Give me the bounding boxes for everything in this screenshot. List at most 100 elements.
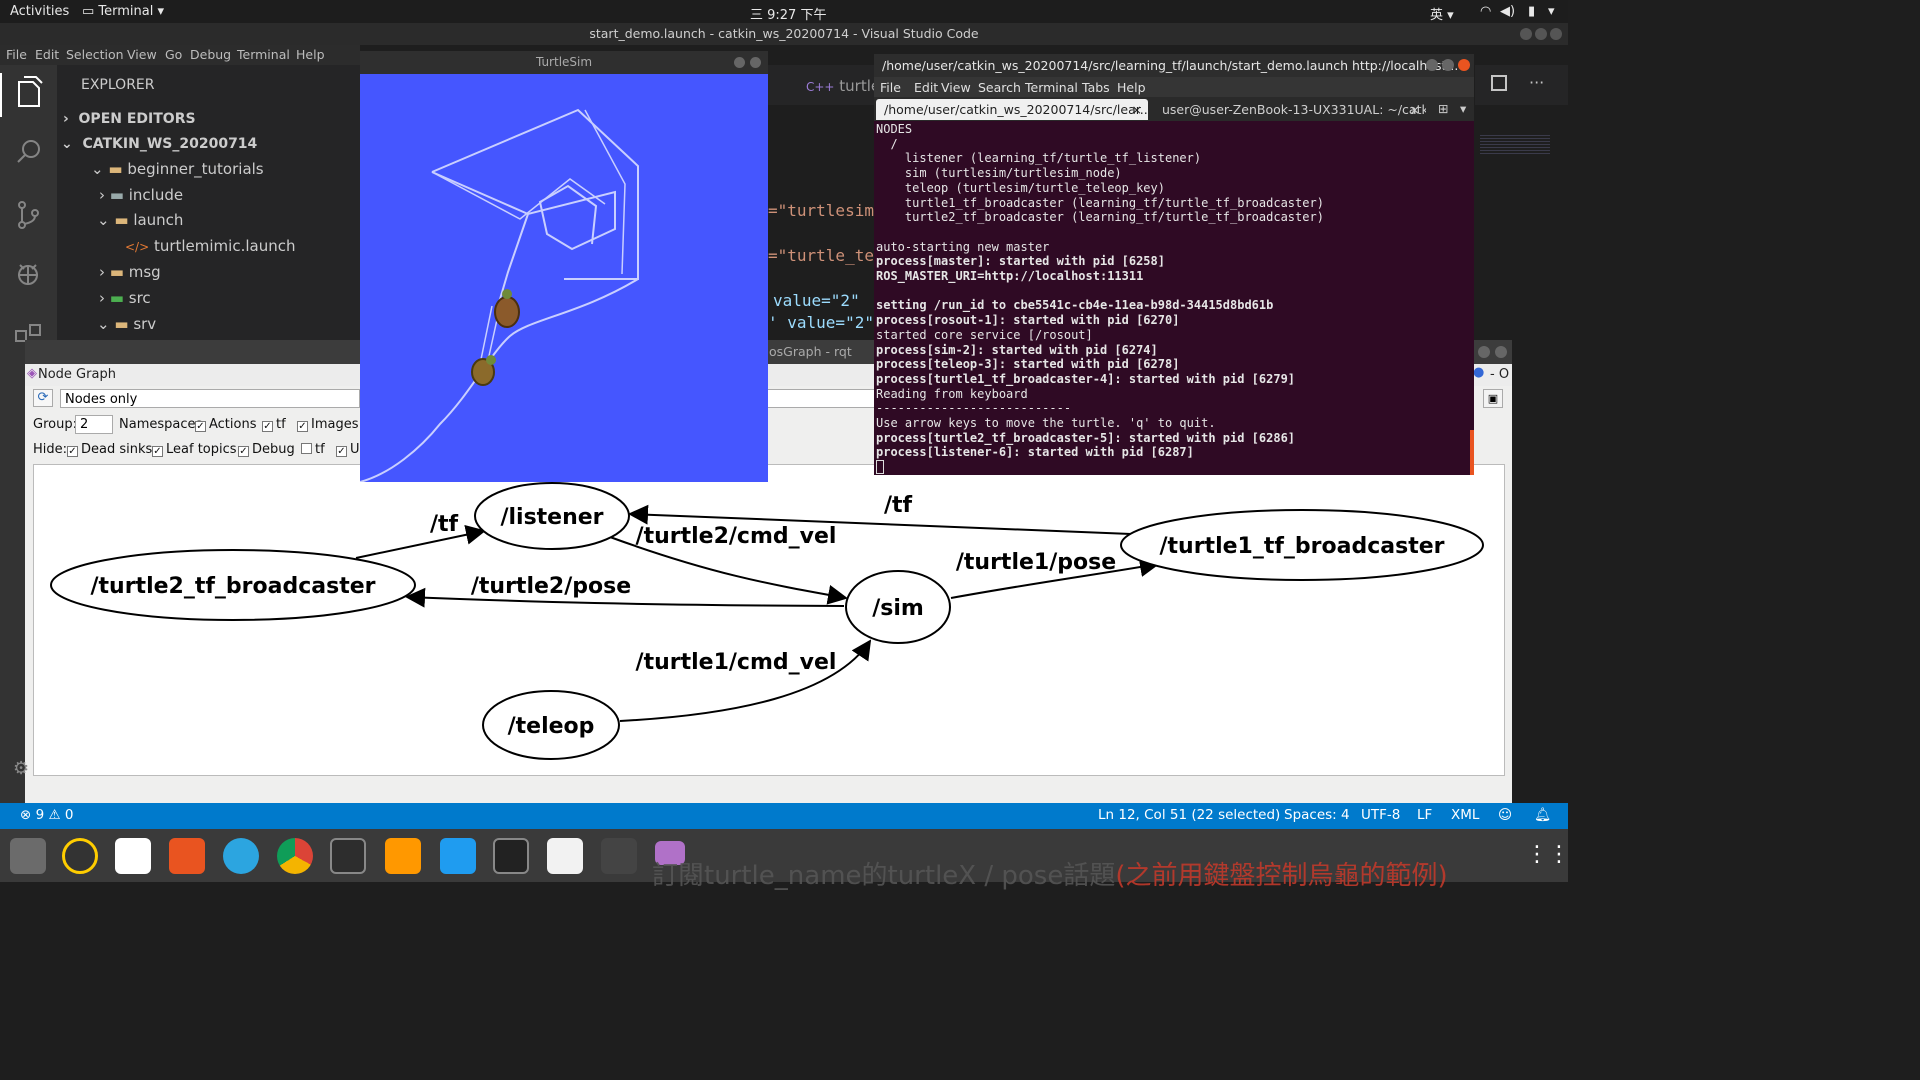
hide-debug[interactable]: ✓ Debug (238, 442, 295, 457)
terminal-menu-terminal[interactable]: Terminal (1025, 80, 1078, 95)
files-icon[interactable] (10, 838, 46, 874)
terminal-minimize-button[interactable] (1426, 59, 1438, 71)
save-as-image-button[interactable]: ▣ (1483, 389, 1503, 408)
extensions-icon[interactable] (15, 324, 41, 342)
search-icon[interactable] (17, 140, 40, 163)
cursor-position[interactable]: Ln 12, Col 51 (22 selected) (1098, 807, 1280, 823)
edge-tf-turtle2[interactable] (355, 524, 486, 559)
checkbox[interactable]: ✓ (238, 446, 249, 457)
tree-item-beginner-tutorials[interactable]: ⌄ ▬ beginner_tutorials (91, 160, 264, 178)
telegram-icon[interactable] (223, 838, 259, 874)
new-tab-icon[interactable]: ⊞ (1438, 101, 1448, 116)
maximize-button[interactable] (1535, 28, 1547, 40)
terminal-menu-tabs[interactable]: Tabs (1082, 80, 1110, 95)
checkbox[interactable] (301, 443, 312, 454)
menu-help[interactable]: Help (296, 47, 325, 62)
clock[interactable]: 三 9:27 下午 (750, 4, 826, 23)
terminal-menu-view[interactable]: View (941, 80, 971, 95)
turtlesim-minimize-button[interactable] (734, 57, 745, 68)
node-teleop[interactable]: /teleop (482, 690, 620, 760)
minimize-button[interactable] (1520, 28, 1532, 40)
split-editor-icon[interactable] (1491, 75, 1507, 91)
problems-indicator[interactable]: ⊗ 9 ⚠ 0 (20, 807, 73, 823)
end-of-line[interactable]: LF (1417, 807, 1432, 823)
checkbox[interactable]: ✓ (152, 446, 163, 457)
checkbox[interactable]: ✓ (297, 421, 308, 432)
graph-mode-select[interactable]: Nodes only (60, 389, 360, 408)
node-sim[interactable]: /sim (845, 570, 951, 644)
terminal-close-button[interactable] (1458, 59, 1470, 71)
help-icon[interactable]: ● (1473, 365, 1484, 380)
rqt-close-button[interactable] (1495, 346, 1507, 358)
minimap[interactable] (1480, 135, 1550, 155)
terminal-tab[interactable]: user@user-ZenBook-13-UX331UAL: ~/catki..… (1154, 99, 1426, 120)
refresh-button[interactable]: ⟳ (33, 389, 53, 407)
terminal-menu-file[interactable]: File (880, 80, 901, 95)
checkbox[interactable]: ✓ (67, 446, 78, 457)
menu-debug[interactable]: Debug (190, 47, 231, 62)
vscode-app-icon[interactable] (440, 838, 476, 874)
terminal-app-icon[interactable] (330, 838, 366, 874)
menu-go[interactable]: Go (165, 47, 182, 62)
sublime-text-icon[interactable] (385, 838, 421, 874)
system-monitor-icon[interactable] (493, 838, 529, 874)
checkbox[interactable]: ✓ (262, 421, 273, 432)
hide-unreachable[interactable]: ✓ U (336, 442, 360, 457)
node-turtle2-tf-broadcaster[interactable]: /turtle2_tf_broadcaster (50, 549, 416, 621)
app-menu-button[interactable]: ▭ Terminal ▾ (82, 4, 164, 19)
option-tf[interactable]: ✓ tf (262, 417, 286, 432)
open-editors-section[interactable]: › OPEN EDITORS (63, 111, 196, 127)
checkbox[interactable]: ✓ (195, 421, 206, 432)
activities-button[interactable]: Activities (10, 4, 69, 19)
language-mode[interactable]: XML (1451, 807, 1479, 823)
terminal-scrollbar[interactable] (1470, 430, 1474, 475)
tree-item-msg[interactable]: › ▬ msg (99, 263, 161, 281)
battery-icon[interactable]: ▮ (1528, 4, 1535, 19)
node-graph-canvas[interactable]: /listener /turtle2_tf_broadcaster /sim /… (33, 464, 1505, 776)
graph-filter-input-end[interactable] (768, 389, 876, 408)
turtlesim-canvas[interactable] (359, 74, 768, 483)
source-control-icon[interactable] (18, 201, 39, 229)
rhythmbox-icon[interactable] (62, 838, 98, 874)
more-actions-icon[interactable]: ··· (1529, 73, 1544, 92)
dock-options-icon[interactable]: - O (1490, 367, 1509, 382)
show-applications-icon[interactable]: ⋮⋮ (1526, 842, 1570, 867)
option-actions[interactable]: ✓ Actions (195, 417, 257, 432)
tree-item-include[interactable]: › ▬ include (99, 186, 183, 204)
encoding[interactable]: UTF-8 (1361, 807, 1400, 823)
checkbox[interactable]: ✓ (336, 446, 347, 457)
document-viewer-icon[interactable] (547, 838, 583, 874)
node-listener[interactable]: /listener (474, 482, 630, 550)
terminal-menu-edit[interactable]: Edit (914, 80, 938, 95)
system-menu-icon[interactable]: ▾ (1548, 4, 1555, 19)
tree-item-srv[interactable]: ⌄ ▬ srv (97, 315, 156, 333)
notifications-icon[interactable]: 🔔︎ (1534, 807, 1551, 823)
tree-item-turtlemimic-launch[interactable]: </> turtlemimic.launch (125, 237, 295, 255)
option-namespaces[interactable]: Namespaces (119, 417, 202, 432)
terminal-maximize-button[interactable] (1442, 59, 1454, 71)
indentation[interactable]: Spaces: 4 (1284, 807, 1350, 823)
hide-tf[interactable]: tf (301, 442, 325, 457)
app-icon[interactable] (601, 838, 637, 874)
tab-close-icon[interactable]: × (1410, 99, 1420, 120)
debug-icon[interactable] (18, 264, 38, 285)
group-spinbox[interactable]: 2 (75, 415, 113, 434)
rqt-minimize-button[interactable] (1478, 346, 1490, 358)
settings-gear-icon[interactable]: ⚙ (13, 758, 29, 779)
tab-close-icon[interactable]: × (1132, 99, 1142, 120)
hide-leaf-topics[interactable]: ✓ Leaf topics (152, 442, 237, 457)
explorer-icon[interactable] (18, 76, 43, 107)
wifi-icon[interactable]: ◠ (1480, 4, 1491, 19)
chrome-icon[interactable] (277, 838, 313, 874)
feedback-icon[interactable]: ☺ (1498, 807, 1512, 823)
tab-list-icon[interactable]: ▾ (1460, 101, 1466, 116)
menu-view[interactable]: View (127, 47, 157, 62)
hide-dead-sinks[interactable]: ✓ Dead sinks (67, 442, 152, 457)
terminal-menu-search[interactable]: Search (978, 80, 1021, 95)
terminal-tab-active[interactable]: /home/user/catkin_ws_20200714/src/lear..… (876, 99, 1148, 120)
terminal-output[interactable]: NODES / listener (learning_tf/turtle_tf_… (874, 121, 1474, 475)
menu-file[interactable]: File (6, 47, 27, 62)
libreoffice-writer-icon[interactable] (115, 838, 151, 874)
volume-icon[interactable]: ◀) (1500, 4, 1515, 19)
software-center-icon[interactable] (169, 838, 205, 874)
